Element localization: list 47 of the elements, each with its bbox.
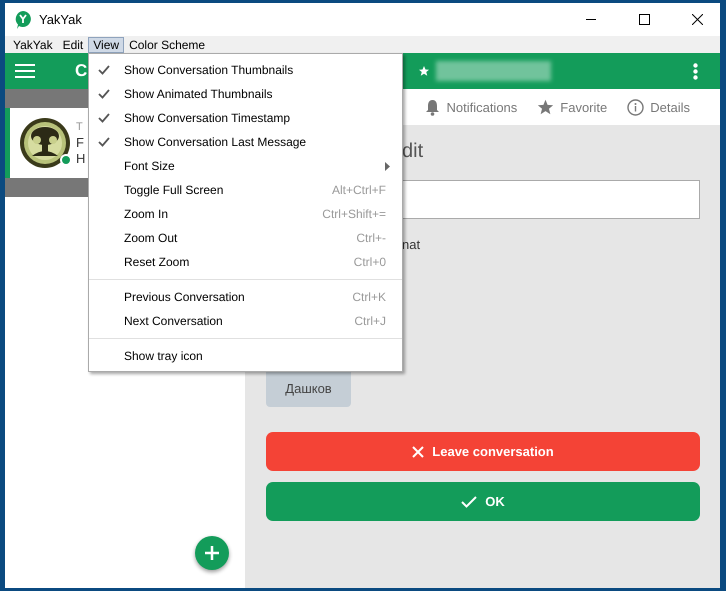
menu-icon[interactable] — [15, 64, 35, 78]
menu-bar-item[interactable]: YakYak — [8, 36, 58, 52]
close-icon — [692, 14, 703, 25]
star-icon[interactable] — [418, 65, 430, 77]
check-icon — [98, 89, 110, 99]
window-title: YakYak — [39, 12, 83, 27]
menu-item[interactable]: Toggle Full Screen Alt+Ctrl+F — [89, 178, 402, 202]
menu-item[interactable]: Show Animated Thumbnails — [89, 82, 402, 106]
section-heading: dit — [402, 140, 424, 162]
star-icon — [537, 99, 554, 115]
menu-bar-item[interactable]: View — [88, 36, 124, 52]
menu-item[interactable]: Previous Conversation Ctrl+K — [89, 285, 402, 309]
conversation-text: F — [76, 135, 84, 151]
conversation-text: H — [76, 151, 86, 167]
menu-item[interactable]: Next Conversation Ctrl+J — [89, 309, 402, 333]
tab[interactable]: Notifications — [425, 98, 518, 116]
maximize-icon — [639, 14, 650, 25]
tab[interactable]: Details — [627, 98, 690, 116]
sidebar-title: C — [75, 61, 88, 81]
menu-item[interactable]: Reset Zoom Ctrl+0 — [89, 250, 402, 274]
close-icon — [412, 446, 424, 458]
submenu-arrow-icon — [385, 162, 390, 170]
bell-icon — [425, 98, 440, 116]
app-logo-icon — [15, 10, 31, 28]
plus-icon — [204, 545, 220, 561]
leave-conversation-button[interactable]: Leave conversation — [266, 432, 700, 471]
check-icon — [98, 137, 110, 147]
check-icon — [461, 496, 478, 508]
more-options-icon[interactable] — [693, 62, 698, 80]
add-button[interactable] — [195, 536, 229, 570]
menu-item[interactable]: Zoom In Ctrl+Shift+= — [89, 202, 402, 226]
menu-item[interactable]: Show Conversation Timestamp — [89, 106, 402, 130]
option-label: nat — [402, 238, 422, 252]
participant-chip: Дашков — [266, 370, 351, 407]
info-icon — [627, 98, 644, 116]
menu-item[interactable]: Show Conversation Thumbnails — [89, 58, 402, 82]
tab[interactable]: Favorite — [537, 99, 608, 115]
check-icon — [98, 113, 110, 123]
menu-item[interactable]: Show Conversation Last Message — [89, 130, 402, 154]
menu-bar-item[interactable]: Edit — [58, 36, 88, 52]
conversation-text: T — [76, 120, 83, 135]
menu-item[interactable]: Font Size — [89, 154, 402, 178]
menu-item[interactable]: Zoom Out Ctrl+- — [89, 226, 402, 250]
check-icon — [98, 65, 110, 75]
menu-item[interactable]: Show tray icon — [89, 344, 402, 368]
menu-bar-item[interactable]: Color Scheme — [124, 36, 210, 52]
ok-button[interactable]: OK — [266, 482, 700, 521]
